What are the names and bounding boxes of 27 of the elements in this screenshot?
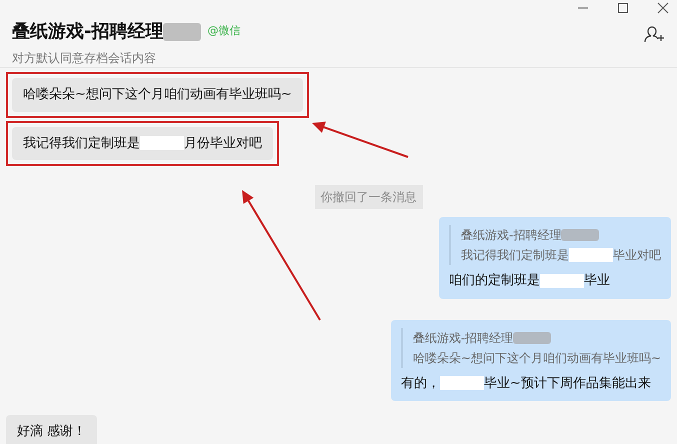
blank-redaction <box>440 376 484 390</box>
archive-notice: 对方默认同意存档会话内容 <box>12 50 157 67</box>
message-text: 叠纸游戏-招聘经理 <box>461 227 562 244</box>
message-text: 你撤回了一条消息 <box>320 190 416 204</box>
message-text: 叠纸游戏-招聘经理 <box>12 20 164 44</box>
message-text: 我记得我们定制班是 <box>461 247 569 264</box>
blurred-redaction <box>561 229 600 241</box>
message-text: 哈喽朵朵~想问下这个月咱们动画有毕业班吗~ <box>412 350 661 366</box>
message-text: 好滴 感谢！ <box>17 424 86 439</box>
blurred-redaction <box>513 332 552 344</box>
message-text: 月份毕业对吧 <box>184 136 262 150</box>
message-text: 有的， <box>400 374 440 392</box>
blank-redaction <box>540 274 584 288</box>
message-text: 毕业~预计下周作品集能出来 <box>484 374 651 392</box>
blank-redaction <box>569 248 613 262</box>
maximize-icon[interactable] <box>617 2 629 14</box>
message-text: 叠纸游戏-招聘经理 <box>412 330 514 346</box>
add-contact-icon[interactable] <box>643 24 665 44</box>
wechat-tag: @微信 <box>207 23 240 40</box>
message-text: 毕业 <box>584 272 610 290</box>
message-text: 咱们的定制班是 <box>449 272 540 290</box>
blurred-redaction <box>163 22 202 40</box>
blank-redaction <box>140 136 184 150</box>
message-text: 毕业对吧 <box>613 247 661 264</box>
message-text: 哈喽朵朵~想问下这个月咱们动画有毕业班吗~ <box>23 87 292 102</box>
message-text: 我记得我们定制班是 <box>23 136 140 150</box>
close-icon[interactable] <box>657 2 669 14</box>
